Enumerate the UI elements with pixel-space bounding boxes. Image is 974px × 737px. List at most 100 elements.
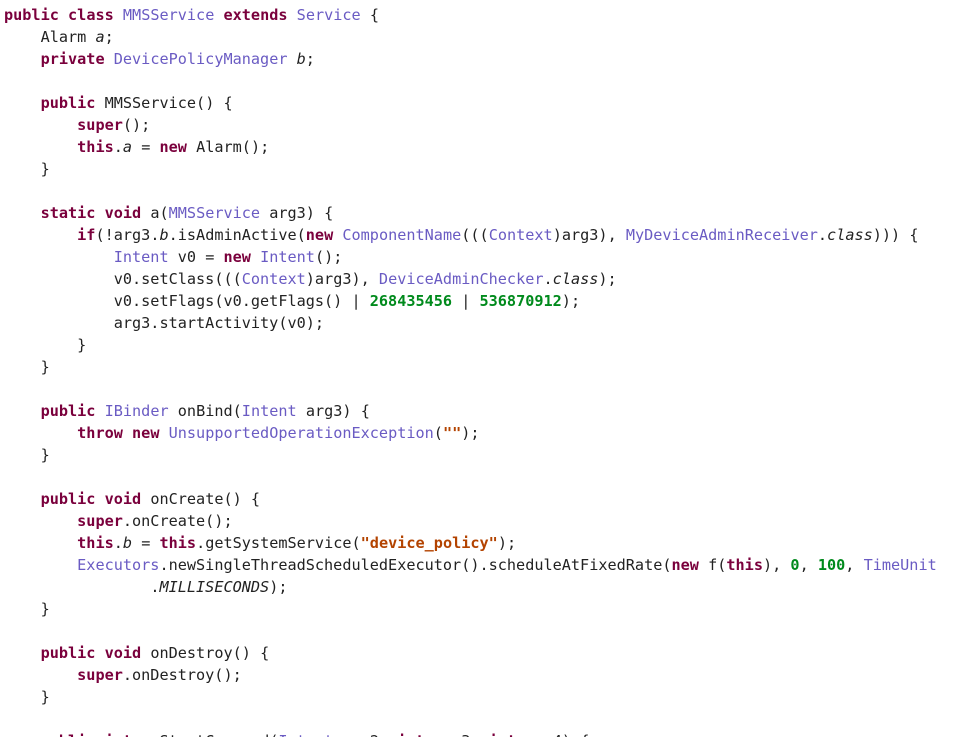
token-kw: public	[41, 94, 96, 112]
token-type: MyDeviceAdminReceiver	[626, 226, 818, 244]
token-punc: ;	[105, 28, 114, 46]
token-num: 268435456	[370, 292, 452, 310]
token-kw: int	[397, 732, 424, 737]
token-kw: throw	[77, 424, 123, 442]
token-punc: .onDestroy();	[123, 666, 242, 684]
token-punc: }	[77, 336, 86, 354]
token-str: ""	[443, 424, 461, 442]
token-kw: this	[77, 534, 114, 552]
token-kw: this	[77, 138, 114, 156]
token-kw: void	[105, 204, 142, 222]
token-punc: }	[41, 446, 50, 464]
token-sf: MILLISECONDS	[159, 578, 269, 596]
token-punc: =	[132, 138, 159, 156]
token-type: Intent	[242, 402, 297, 420]
token-id: b	[159, 226, 168, 244]
token-type: MMSService	[123, 6, 214, 24]
token-punc: ,	[800, 556, 818, 574]
token-punc: arg3) {	[269, 204, 333, 222]
token-num: 0	[790, 556, 799, 574]
token-punc: ),	[763, 556, 790, 574]
token-num: 536870912	[480, 292, 562, 310]
token-kw: public	[41, 490, 96, 508]
token-punc: (((	[461, 226, 488, 244]
token-id: a	[95, 28, 104, 46]
token-punc: v0 =	[178, 248, 224, 266]
token-punc: ;	[306, 50, 315, 68]
token-type: ComponentName	[342, 226, 461, 244]
token-type: Intent	[260, 248, 315, 266]
token-kw: new	[159, 138, 186, 156]
token-punc: ();	[123, 116, 150, 134]
token-punc: onBind(	[178, 402, 242, 420]
token-punc: f(	[708, 556, 726, 574]
token-punc: =	[132, 534, 159, 552]
token-sf: class	[553, 270, 599, 288]
token-type: Intent	[114, 248, 169, 266]
token-punc: }	[41, 600, 50, 618]
token-type: DevicePolicyManager	[114, 50, 288, 68]
token-kw: int	[489, 732, 516, 737]
token-punc: arg2,	[342, 732, 397, 737]
token-punc: .	[114, 534, 123, 552]
token-punc: }	[41, 358, 50, 376]
token-type: Context	[242, 270, 306, 288]
token-punc: onStartCommand(	[141, 732, 278, 737]
token-punc: {	[370, 6, 379, 24]
token-punc: );	[562, 292, 580, 310]
token-punc: (	[434, 424, 443, 442]
token-punc: |	[452, 292, 479, 310]
token-punc: v0.setFlags(v0.getFlags() |	[114, 292, 370, 310]
token-punc: arg3,	[434, 732, 489, 737]
token-punc: onDestroy() {	[150, 644, 269, 662]
token-punc: ,	[845, 556, 863, 574]
token-num: 100	[818, 556, 845, 574]
token-type: TimeUnit	[864, 556, 937, 574]
token-kw: void	[105, 490, 142, 508]
token-punc: a(	[150, 204, 168, 222]
token-punc: Alarm	[41, 28, 96, 46]
token-sf: class	[827, 226, 873, 244]
token-kw: new	[223, 248, 250, 266]
token-punc: onCreate() {	[150, 490, 260, 508]
token-kw: super	[77, 666, 123, 684]
token-id: a	[123, 138, 132, 156]
token-punc: .newSingleThreadScheduledExecutor().sche…	[159, 556, 671, 574]
token-kw: if	[77, 226, 95, 244]
token-punc: .	[114, 138, 123, 156]
token-punc: }	[41, 688, 50, 706]
token-punc: .	[544, 270, 553, 288]
token-punc: MMSService() {	[105, 94, 233, 112]
token-kw: new	[132, 424, 159, 442]
token-type: MMSService	[169, 204, 260, 222]
token-kw: this	[726, 556, 763, 574]
token-kw: public	[41, 732, 96, 737]
code-block: public class MMSService extends Service …	[0, 0, 974, 737]
token-punc: )arg3),	[306, 270, 379, 288]
token-type: UnsupportedOperationException	[169, 424, 434, 442]
token-punc: .getSystemService(	[196, 534, 361, 552]
token-punc: .onCreate();	[123, 512, 233, 530]
token-type: Executors	[77, 556, 159, 574]
token-punc: arg4) {	[525, 732, 589, 737]
token-type: Context	[489, 226, 553, 244]
token-kw: public	[4, 6, 59, 24]
token-type: Service	[297, 6, 361, 24]
token-kw: super	[77, 512, 123, 530]
token-kw: public	[41, 644, 96, 662]
token-punc: );	[598, 270, 616, 288]
token-punc: );	[269, 578, 287, 596]
token-punc: (!arg3.	[95, 226, 159, 244]
token-kw: extends	[224, 6, 288, 24]
token-kw: new	[306, 226, 333, 244]
token-punc: arg3) {	[306, 402, 370, 420]
token-kw: public	[41, 402, 96, 420]
token-punc: );	[461, 424, 479, 442]
token-punc: arg3.startActivity(v0);	[114, 314, 324, 332]
token-kw: super	[77, 116, 123, 134]
token-punc: }	[41, 160, 50, 178]
token-kw: static	[41, 204, 96, 222]
token-punc: ))) {	[873, 226, 919, 244]
token-punc: v0.setClass(((	[114, 270, 242, 288]
token-kw: private	[41, 50, 105, 68]
